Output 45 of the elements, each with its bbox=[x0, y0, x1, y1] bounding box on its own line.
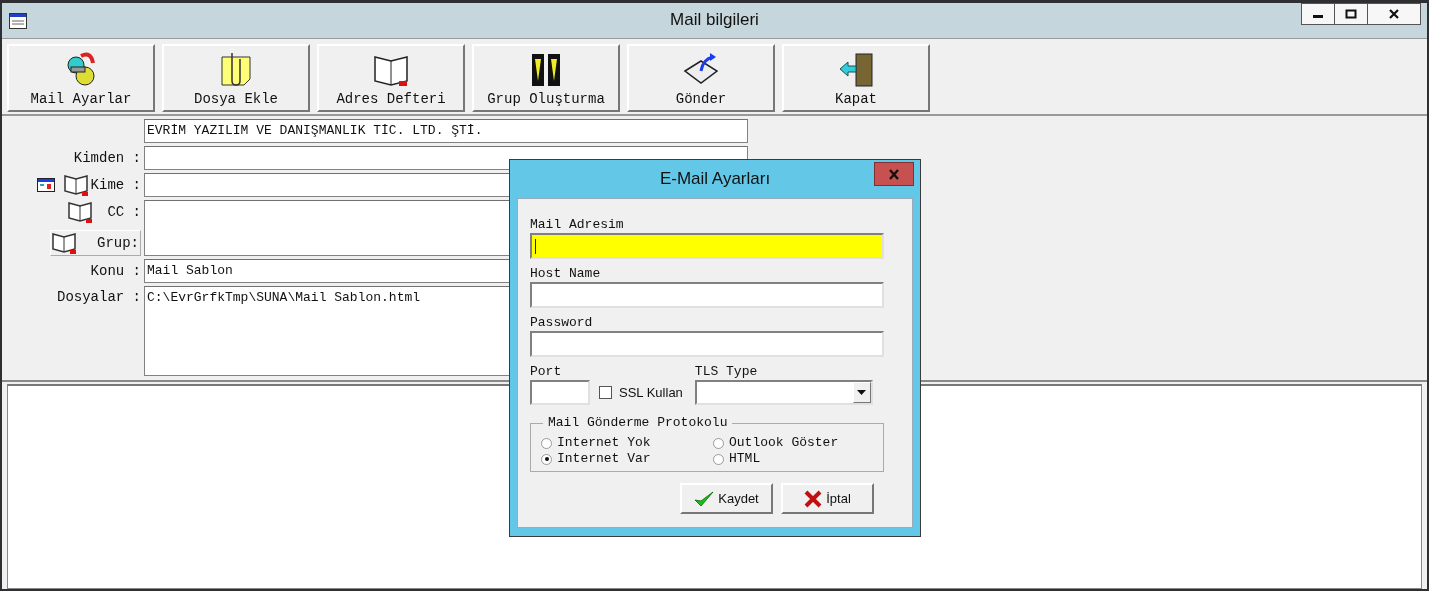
window-title: Mail bilgileri bbox=[670, 10, 759, 30]
close-icon bbox=[888, 168, 900, 180]
tls-type-dropdown[interactable] bbox=[694, 380, 873, 405]
company-field[interactable]: EVRİM YAZILIM VE DANIŞMANLIK TİC. LTD. ŞTİ. bbox=[144, 119, 748, 143]
toolbar-button[interactable]: Grup Oluşturma bbox=[472, 44, 620, 112]
dropdown-arrow-icon bbox=[857, 390, 867, 395]
close-icon bbox=[1388, 9, 1400, 19]
toolbar-button[interactable]: Kapat bbox=[782, 44, 930, 112]
group-button[interactable]: Grup: bbox=[50, 230, 141, 256]
cross-icon bbox=[804, 489, 823, 508]
attachment-path: C:\EvrGrfkTmp\SUNA\Mail Sablon.html bbox=[147, 290, 422, 305]
window-icon bbox=[9, 12, 27, 29]
checkbox-label: SSL Kullan bbox=[619, 385, 683, 400]
field-label: Kime : bbox=[90, 177, 141, 193]
maximize-icon bbox=[1345, 9, 1357, 19]
text-field[interactable] bbox=[530, 331, 884, 357]
field-label: Mail Adresim bbox=[530, 217, 625, 233]
field-label: Dosyalar : bbox=[57, 289, 141, 305]
field-label: Konu : bbox=[90, 263, 141, 279]
port-field[interactable] bbox=[530, 380, 590, 405]
field-label: Password bbox=[530, 315, 594, 331]
radio-option[interactable]: Outlook Göster bbox=[713, 435, 883, 451]
minimize-button[interactable] bbox=[1301, 3, 1335, 25]
grid-icon[interactable] bbox=[36, 178, 55, 192]
toolbar-button[interactable]: Adres Defteri bbox=[317, 44, 465, 112]
radio-option[interactable]: Internet Yok bbox=[541, 435, 713, 451]
checkmark-icon bbox=[694, 489, 715, 508]
field-label: CC : bbox=[107, 204, 141, 220]
cancel-button[interactable]: İptal bbox=[781, 483, 874, 514]
dialog-title: E-Mail Ayarları bbox=[659, 169, 771, 189]
toolbar-button[interactable]: Mail Ayarlar bbox=[7, 44, 155, 112]
save-button[interactable]: Kaydet bbox=[680, 483, 773, 514]
text-field[interactable] bbox=[530, 233, 884, 259]
checkbox[interactable] bbox=[599, 386, 612, 399]
toolbar-button[interactable]: Dosya Ekle bbox=[162, 44, 310, 112]
maximize-button[interactable] bbox=[1334, 3, 1368, 25]
field-label: Host Name bbox=[530, 266, 602, 282]
address-book-icon[interactable] bbox=[62, 173, 91, 197]
close-button[interactable] bbox=[1367, 3, 1421, 25]
radio-option[interactable]: Internet Var bbox=[541, 451, 713, 467]
toolbar-button[interactable]: Gönder bbox=[627, 44, 775, 112]
address-book-icon bbox=[51, 231, 79, 255]
radio-option[interactable]: HTML bbox=[713, 451, 883, 467]
text-field[interactable] bbox=[530, 282, 884, 308]
field-label: Kimden : bbox=[73, 150, 141, 166]
